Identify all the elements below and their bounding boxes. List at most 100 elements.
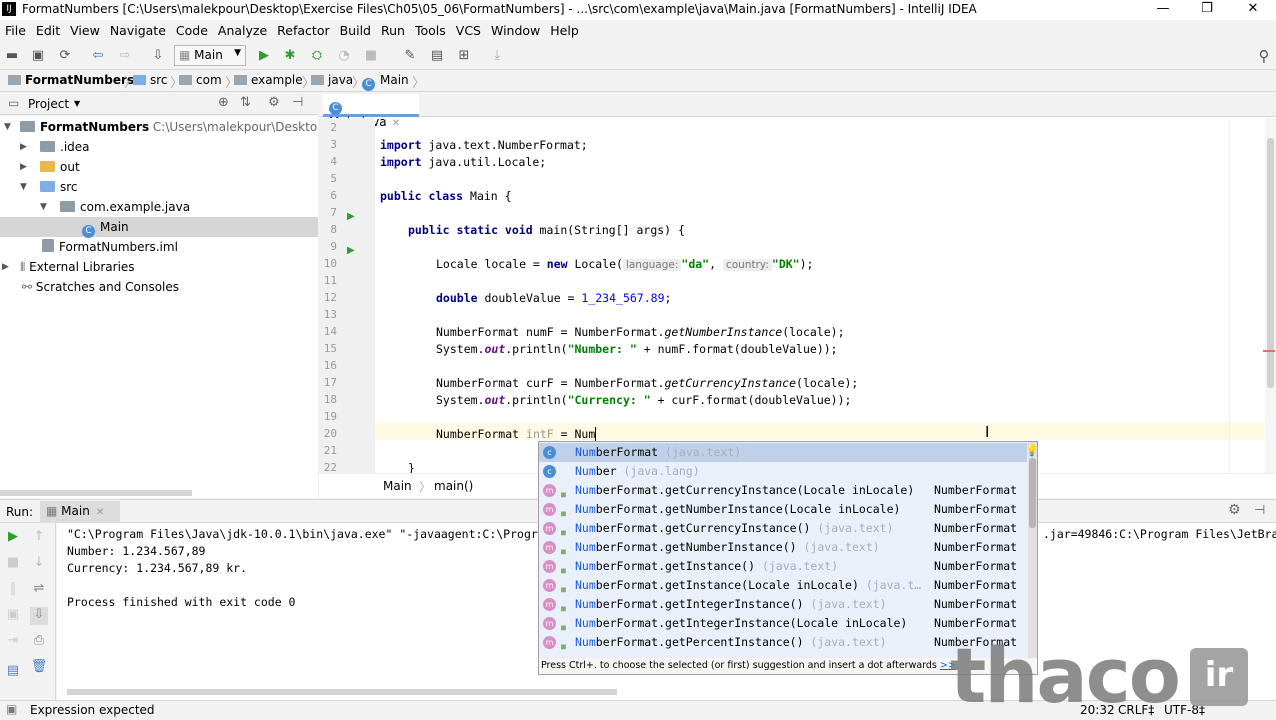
breadcrumb-project[interactable]: FormatNumbers: [8, 73, 134, 87]
chevron-down-icon[interactable]: ▼: [74, 99, 80, 108]
expand-arrow-icon[interactable]: ▶: [2, 257, 9, 277]
sync-icon[interactable]: ⟳: [55, 46, 75, 66]
tree-item-formatnumbers[interactable]: ▼ FormatNumbers C:\Users\malekpour\Deskto…: [4, 117, 318, 137]
minimize-button[interactable]: —: [1140, 0, 1186, 20]
run-config-select[interactable]: ▦ Main ▼: [174, 45, 246, 66]
coverage-icon[interactable]: ⛭: [307, 46, 327, 66]
expand-arrow-icon[interactable]: ▶: [20, 157, 27, 177]
stop-icon[interactable]: ■: [361, 46, 381, 66]
editor-vertical-scrollbar[interactable]: [1265, 118, 1276, 473]
run-gutter-icon[interactable]: ▶: [347, 211, 355, 222]
hide-icon[interactable]: ⊣: [1254, 503, 1265, 518]
menu-view[interactable]: View: [65, 20, 105, 41]
completion-item[interactable]: m ■ NumberFormat.getCurrencyInstance(Local…: [539, 481, 1027, 500]
open-folder-icon[interactable]: ▬: [2, 46, 22, 66]
menu-edit[interactable]: Edit: [31, 20, 65, 41]
menu-file[interactable]: File: [0, 20, 31, 41]
menu-vcs[interactable]: VCS: [451, 20, 486, 41]
maximize-button[interactable]: ❐: [1184, 0, 1230, 20]
menu-tools[interactable]: Tools: [410, 20, 451, 41]
code-line-15[interactable]: System.out.println("Number: " + numF.for…: [436, 342, 838, 356]
code-line-4[interactable]: import java.util.Locale;: [380, 155, 546, 169]
scrollbar-thumb[interactable]: [1029, 458, 1036, 528]
code-line-18[interactable]: System.out.println("Currency: " + curF.f…: [436, 393, 851, 407]
breadcrumb-example[interactable]: example: [234, 73, 303, 87]
menu-navigate[interactable]: Navigate: [105, 20, 171, 41]
camera-icon[interactable]: ▣: [4, 607, 22, 625]
back-icon[interactable]: ⇦: [88, 46, 108, 66]
tab-main-java[interactable]: CMain.java✕: [323, 94, 419, 129]
tree-item-external-libraries[interactable]: ▶ ⦀ External Libraries: [2, 257, 135, 277]
down-arrow-icon[interactable]: ↓: [30, 555, 48, 573]
menu-run[interactable]: Run: [376, 20, 410, 41]
project-view-title[interactable]: Project: [28, 97, 69, 111]
build-icon[interactable]: ⇩: [148, 46, 168, 66]
tool-windows-icon[interactable]: ▣: [6, 702, 17, 716]
soft-wrap-icon[interactable]: ⇌: [30, 581, 48, 599]
scroll-to-end-icon[interactable]: ⇩: [30, 607, 48, 625]
stop-icon[interactable]: ■: [4, 555, 22, 573]
up-arrow-icon[interactable]: ↑: [30, 529, 48, 547]
crumb-class[interactable]: Main: [383, 479, 412, 493]
exit-icon[interactable]: ⇥: [4, 633, 22, 651]
menu-refactor[interactable]: Refactor: [272, 20, 334, 41]
expand-arrow-icon[interactable]: ▼: [4, 117, 11, 137]
close-button[interactable]: ✕: [1230, 0, 1276, 20]
forward-icon[interactable]: ⇨: [115, 46, 135, 66]
code-line-20[interactable]: NumberFormat intF = Num: [436, 427, 597, 441]
run-icon[interactable]: ▶: [254, 46, 274, 66]
menu-code[interactable]: Code: [171, 20, 213, 41]
code-line-8[interactable]: public static void main(String[] args) {: [408, 223, 685, 237]
code-line-14[interactable]: NumberFormat numF = NumberFormat.getNumb…: [436, 325, 845, 339]
expand-arrow-icon[interactable]: ▼: [20, 177, 27, 197]
completion-item[interactable]: m ■ NumberFormat.getIntegerInstance() (jav…: [539, 595, 1027, 614]
close-icon[interactable]: ✕: [96, 507, 104, 518]
locate-icon[interactable]: ⊕: [218, 95, 229, 110]
lightbulb-icon[interactable]: 💡: [1025, 444, 1039, 457]
completion-item[interactable]: m ■ NumberFormat.getCurrencyInstance() (ja…: [539, 519, 1027, 538]
completion-scrollbar[interactable]: [1028, 442, 1037, 658]
sdk-icon[interactable]: ⊞: [454, 46, 474, 66]
collapse-icon[interactable]: ⇅: [240, 95, 251, 110]
save-icon[interactable]: ▣: [28, 46, 48, 66]
tree-item-scratches[interactable]: ⚯ Scratches and Consoles: [22, 277, 179, 297]
completion-item[interactable]: m ■ NumberFormat.getNumberInstance(Locale …: [539, 500, 1027, 519]
code-line-3[interactable]: import java.text.NumberFormat;: [380, 138, 588, 152]
tree-item-src[interactable]: ▼ src: [20, 177, 78, 197]
gear-icon[interactable]: ⚙: [268, 95, 280, 110]
completion-item[interactable]: m ■ NumberFormat.getInstance() (java.text)…: [539, 557, 1027, 576]
profile-icon[interactable]: ◔: [334, 46, 354, 66]
tree-item-package[interactable]: ▼ com.example.java: [40, 197, 190, 217]
tree-item-out[interactable]: ▶ out: [20, 157, 80, 177]
completion-item[interactable]: c NumberFormat (java.text): [539, 443, 1027, 462]
run-tab-main[interactable]: ▦ Main ✕: [40, 501, 120, 523]
hide-icon[interactable]: ⊣: [292, 95, 303, 110]
console-horizontal-scrollbar[interactable]: [67, 689, 617, 695]
vcs-icon[interactable]: ⤓: [487, 46, 507, 66]
search-icon[interactable]: ⚲: [1254, 46, 1274, 66]
debug-icon[interactable]: ✱: [280, 46, 300, 66]
code-line-17[interactable]: NumberFormat curF = NumberFormat.getCurr…: [436, 376, 858, 390]
trash-icon[interactable]: 🗑: [30, 659, 48, 677]
completion-item[interactable]: c Number (java.lang): [539, 462, 1027, 481]
expand-arrow-icon[interactable]: ▶: [20, 137, 27, 157]
expand-arrow-icon[interactable]: ▼: [40, 197, 47, 217]
run-gutter-icon[interactable]: ▶: [347, 245, 355, 256]
menu-analyze[interactable]: Analyze: [213, 20, 272, 41]
menu-help[interactable]: Help: [545, 20, 584, 41]
code-line-6[interactable]: public class Main {: [380, 189, 512, 203]
breadcrumb-src[interactable]: src: [133, 73, 168, 87]
print-icon[interactable]: ⎙: [30, 633, 48, 651]
pause-icon[interactable]: ‖: [4, 581, 22, 599]
gear-icon[interactable]: ⚙: [1228, 502, 1241, 518]
crumb-method[interactable]: main(): [434, 479, 473, 493]
breadcrumb-main[interactable]: C Main: [362, 73, 409, 91]
menu-window[interactable]: Window: [486, 20, 545, 41]
code-line-12[interactable]: double doubleValue = 1_234_567.89;: [436, 291, 671, 305]
tree-item-main[interactable]: C Main: [0, 217, 318, 238]
layout-icon[interactable]: ▤: [4, 663, 22, 681]
code-line-10[interactable]: Locale locale = new Locale(language: "da"…: [436, 257, 813, 271]
breadcrumb-java[interactable]: java: [311, 73, 353, 87]
project-structure-icon[interactable]: ▤: [427, 46, 447, 66]
breadcrumb-com[interactable]: com: [179, 73, 222, 87]
